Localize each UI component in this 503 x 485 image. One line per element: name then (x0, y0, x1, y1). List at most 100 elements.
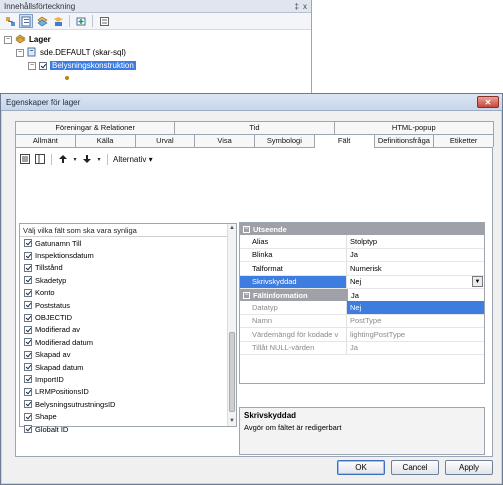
field-visible-checkbox[interactable] (24, 400, 32, 409)
prop-row-alias[interactable]: Alias Stolptyp (240, 235, 484, 249)
ok-button[interactable]: OK (337, 460, 385, 475)
prop-value: lightingPostType (350, 329, 406, 339)
field-list-item[interactable]: Poststatus (20, 299, 236, 311)
prop-row-datatype[interactable]: Datatyp Nej (240, 301, 484, 315)
field-name: Tillstånd (35, 263, 63, 273)
dialog-close-button[interactable]: ✕ (477, 96, 499, 108)
move-up-icon[interactable] (57, 153, 69, 165)
dropdown-arrow-icon[interactable]: ▼ (472, 276, 483, 288)
tab-tid[interactable]: Tid (174, 121, 335, 134)
field-visible-checkbox[interactable] (24, 338, 32, 347)
field-items: Gatunamn Till Inspektionsdatum Tillstånd Sk… (20, 237, 236, 435)
collapse-expander[interactable]: − (4, 35, 12, 44)
collapse-icon[interactable]: − (243, 225, 250, 233)
field-visible-checkbox[interactable] (24, 251, 32, 260)
tab-row-top: Föreningar & Relationer Tid HTML-popup (15, 121, 494, 134)
dropdown-option-no[interactable]: Nej (347, 301, 484, 314)
scroll-down-icon[interactable]: ▼ (228, 417, 236, 426)
field-list-item[interactable]: Modifierad av (20, 324, 236, 336)
field-visible-checkbox[interactable] (24, 288, 32, 297)
collapse-expander[interactable]: − (28, 61, 36, 70)
prop-row-blink[interactable]: Blinka Ja (240, 248, 484, 262)
prop-value[interactable]: Ja (347, 249, 484, 262)
list-by-visibility-icon[interactable] (35, 14, 49, 28)
field-visible-checkbox[interactable] (24, 325, 32, 334)
field-visible-checkbox[interactable] (24, 276, 32, 285)
field-list-item[interactable]: OBJECTID (20, 311, 236, 323)
field-list-item[interactable]: Skapad datum (20, 361, 236, 373)
prop-row-allow-null[interactable]: Tillåt NULL-värden Ja (240, 341, 484, 355)
tree-node-layers[interactable]: − Lager (4, 33, 311, 46)
field-visible-checkbox[interactable] (24, 425, 32, 434)
dropdown-option-yes[interactable]: Ja (347, 289, 484, 301)
field-visible-checkbox[interactable] (24, 313, 32, 322)
field-list-item[interactable]: Tillstånd (20, 262, 236, 274)
read-only-dropdown[interactable]: Nej ▼ (347, 276, 484, 289)
tab-foreningar-relationer[interactable]: Föreningar & Relationer (15, 121, 176, 134)
collapse-icon[interactable]: − (243, 291, 250, 299)
field-visible-checkbox[interactable] (24, 387, 32, 396)
field-list-item[interactable]: Shape (20, 410, 236, 422)
field-visible-checkbox[interactable] (24, 239, 32, 248)
field-visible-checkbox[interactable] (24, 350, 32, 359)
table-view-icon[interactable] (34, 153, 46, 165)
pin-icon[interactable]: ‡ (295, 2, 299, 11)
category-field-info[interactable]: − Fältinformation (240, 289, 347, 301)
field-visible-checkbox[interactable] (24, 412, 32, 421)
tab-kalla[interactable]: Källa (74, 134, 136, 147)
list-by-drawing-order-icon[interactable] (3, 14, 17, 28)
close-icon[interactable]: x (303, 2, 307, 11)
field-list-item[interactable]: Inspektionsdatum (20, 249, 236, 261)
tab-definitionsfraga[interactable]: Definitionsfråga (373, 134, 435, 147)
scroll-thumb[interactable] (229, 332, 235, 412)
scroll-up-icon[interactable]: ▲ (228, 224, 236, 233)
field-list-item[interactable]: Skapad av (20, 349, 236, 361)
tree-layer-label[interactable]: Belysningskonstruktion (50, 61, 136, 70)
tab-html-popup[interactable]: HTML-popup (333, 121, 494, 134)
tab-strip: Föreningar & Relationer Tid HTML-popup All… (15, 121, 494, 148)
list-by-source-icon[interactable] (19, 14, 33, 28)
toc-toolbar (0, 13, 311, 30)
add-data-icon[interactable] (74, 14, 88, 28)
tree-node-database[interactable]: − sde.DEFAULT (skar-sql) (4, 46, 311, 59)
field-visible-checkbox[interactable] (24, 301, 32, 310)
prop-row-domain[interactable]: Värdemängd för kodade v lightingPostType (240, 328, 484, 342)
field-list-scrollbar[interactable]: ▲ ▼ (227, 224, 236, 426)
move-down-icon[interactable] (81, 153, 93, 165)
alternatives-dropdown[interactable]: Alternativ ▾ (113, 155, 153, 164)
prop-value[interactable]: Numerisk (347, 262, 484, 275)
field-visible-checkbox[interactable] (24, 363, 32, 372)
collapse-expander[interactable]: − (16, 48, 24, 57)
options-icon[interactable] (97, 14, 111, 28)
field-list-item[interactable]: BelysningsutrustningsID (20, 398, 236, 410)
tab-etiketter[interactable]: Etiketter (433, 134, 494, 147)
tab-allmant[interactable]: Allmänt (15, 134, 76, 147)
prop-value[interactable]: Stolptyp (347, 235, 484, 248)
prop-row-read-only[interactable]: Skrivskyddad Nej ▼ (240, 275, 484, 289)
field-visible-checkbox[interactable] (24, 375, 32, 384)
prop-row-number-format[interactable]: Talformat Numerisk (240, 262, 484, 276)
list-view-icon[interactable] (19, 153, 31, 165)
field-list-item[interactable]: Konto (20, 287, 236, 299)
list-by-selection-icon[interactable] (51, 14, 65, 28)
tab-urval[interactable]: Urval (134, 134, 196, 147)
field-list-item[interactable]: Globalt ID (20, 423, 236, 435)
field-visible-checkbox[interactable] (24, 263, 32, 272)
prop-row-name[interactable]: Namn PostType (240, 314, 484, 328)
move-down-dropdown-icon[interactable]: ▾ (96, 153, 102, 165)
layer-visibility-checkbox[interactable] (39, 61, 47, 70)
field-list-item[interactable]: Skadetyp (20, 274, 236, 286)
field-list-item[interactable]: LRMPositionsID (20, 386, 236, 398)
field-list-item[interactable]: Modifierad datum (20, 336, 236, 348)
prop-key: Alias (240, 235, 347, 248)
tab-symbologi[interactable]: Symbologi (254, 134, 315, 147)
tab-visa[interactable]: Visa (194, 134, 255, 147)
cancel-button[interactable]: Cancel (391, 460, 439, 475)
apply-button[interactable]: Apply (445, 460, 493, 475)
category-appearance[interactable]: − Utseende (240, 223, 484, 235)
move-up-dropdown-icon[interactable]: ▾ (72, 153, 78, 165)
tree-node-layer[interactable]: − Belysningskonstruktion (4, 59, 311, 72)
tab-falt[interactable]: Fält (313, 134, 375, 148)
field-list-item[interactable]: Gatunamn Till (20, 237, 236, 249)
field-list-item[interactable]: ImportID (20, 373, 236, 385)
